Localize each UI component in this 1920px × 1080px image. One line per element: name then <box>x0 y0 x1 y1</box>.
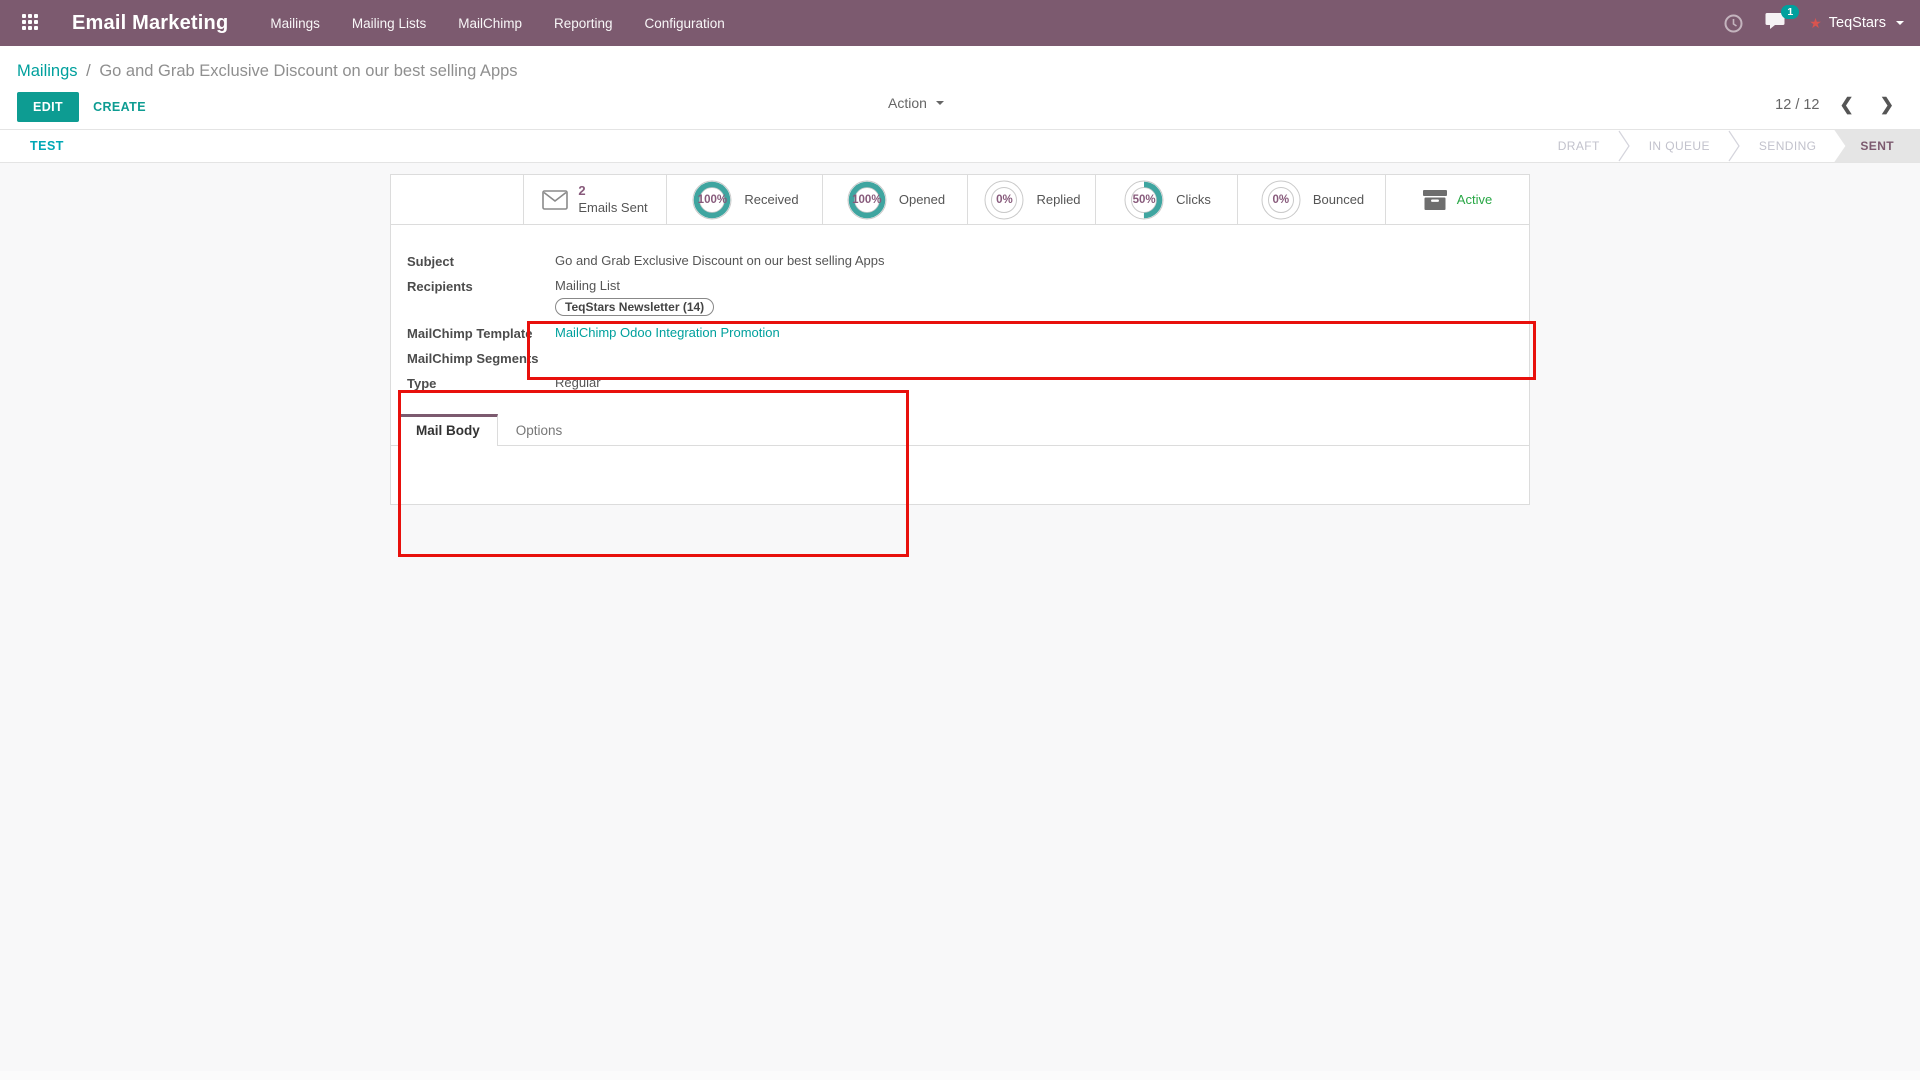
mailchimp-template-label: MailChimp Template <box>407 325 555 341</box>
chevron-down-icon <box>936 101 944 105</box>
recipients-mailing-list-tag[interactable]: TeqStars Newsletter (14) <box>555 298 714 316</box>
field-mailchimp-template: MailChimp Template MailChimp Odoo Integr… <box>407 325 1529 341</box>
chevron-down-icon <box>1896 21 1904 25</box>
active-label: Active <box>1457 192 1492 207</box>
stage-sending[interactable]: SENDING <box>1741 130 1834 162</box>
pager-count: 12 / 12 <box>1775 97 1819 113</box>
stage-draft[interactable]: DRAFT <box>1540 130 1618 162</box>
pager-next-button[interactable]: ❯ <box>1874 93 1900 117</box>
mailchimp-template-link[interactable]: MailChimp Odoo Integration Promotion <box>555 325 780 341</box>
replied-label: Replied <box>1036 192 1080 207</box>
tab-mail-body[interactable]: Mail Body <box>398 414 498 446</box>
control-panel: Mailings / Go and Grab Exclusive Discoun… <box>0 46 1920 130</box>
breadcrumb-separator: / <box>86 62 91 80</box>
breadcrumb-current: Go and Grab Exclusive Discount on our be… <box>99 62 517 80</box>
top-navbar: Email Marketing Mailings Mailing Lists M… <box>0 0 1920 46</box>
test-button[interactable]: TEST <box>30 139 64 153</box>
menu-configuration[interactable]: Configuration <box>643 12 727 35</box>
subject-label: Subject <box>407 253 555 269</box>
messages-icon[interactable]: 1 <box>1765 12 1787 35</box>
action-dropdown[interactable]: Action <box>888 95 944 111</box>
stage-in-queue[interactable]: IN QUEUE <box>1631 130 1728 162</box>
stage-arrow-icon <box>1618 130 1631 162</box>
create-button[interactable]: CREATE <box>93 100 146 114</box>
opened-gauge: 100% <box>845 178 889 222</box>
opened-label: Opened <box>899 192 945 207</box>
notebook-tabs: Mail Body Options <box>391 413 1529 446</box>
pager-previous-button[interactable]: ❮ <box>1834 93 1860 117</box>
user-menu[interactable]: ★ TeqStars <box>1809 15 1904 32</box>
received-gauge: 100% <box>690 178 734 222</box>
app-title[interactable]: Email Marketing <box>72 12 228 35</box>
received-label: Received <box>744 192 798 207</box>
bounced-button[interactable]: 0% Bounced <box>1237 175 1385 224</box>
mail-body-pane <box>391 446 1529 504</box>
bounced-gauge: 0% <box>1259 178 1303 222</box>
mailchimp-segments-label: MailChimp Segments <box>407 350 555 366</box>
form-sheet: 2 Emails Sent 100% Received <box>390 174 1530 505</box>
archive-box-icon <box>1423 190 1447 210</box>
field-type: Type Regular <box>407 375 1529 391</box>
recipients-value: Mailing List <box>555 278 714 293</box>
menu-mailings[interactable]: Mailings <box>268 12 322 35</box>
stage-pipeline: DRAFT IN QUEUE SENDING SENT <box>1540 130 1920 162</box>
user-name: TeqStars <box>1829 15 1886 31</box>
message-count-badge: 1 <box>1781 5 1799 19</box>
user-avatar: ★ <box>1809 15 1822 32</box>
clicks-label: Clicks <box>1176 192 1211 207</box>
breadcrumb: Mailings / Go and Grab Exclusive Discoun… <box>0 46 1920 85</box>
edit-button[interactable]: EDIT <box>17 92 79 122</box>
field-recipients: Recipients Mailing List TeqStars Newslet… <box>407 278 1529 316</box>
activities-clock-icon[interactable] <box>1724 14 1743 33</box>
emails-sent-button[interactable]: 2 Emails Sent <box>523 175 666 224</box>
recipients-label: Recipients <box>407 278 555 316</box>
emails-sent-value: 2 <box>578 183 647 199</box>
menu-mailchimp[interactable]: MailChimp <box>456 12 524 35</box>
top-menu: Mailings Mailing Lists MailChimp Reporti… <box>268 12 726 35</box>
envelope-icon <box>542 190 568 210</box>
clicks-button[interactable]: 50% Clicks <box>1095 175 1237 224</box>
clicks-gauge: 50% <box>1122 178 1166 222</box>
apps-grid-icon[interactable] <box>22 14 40 32</box>
form-fields: Subject Go and Grab Exclusive Discount o… <box>391 225 1529 391</box>
stage-sent[interactable]: SENT <box>1834 130 1920 162</box>
stage-arrow-icon <box>1728 130 1741 162</box>
type-value: Regular <box>555 375 601 391</box>
stat-button-box: 2 Emails Sent 100% Received <box>391 175 1529 225</box>
menu-reporting[interactable]: Reporting <box>552 12 615 35</box>
menu-mailing-lists[interactable]: Mailing Lists <box>350 12 428 35</box>
type-label: Type <box>407 375 555 391</box>
opened-button[interactable]: 100% Opened <box>822 175 967 224</box>
bounced-label: Bounced <box>1313 192 1364 207</box>
tab-options[interactable]: Options <box>498 414 581 446</box>
field-subject: Subject Go and Grab Exclusive Discount o… <box>407 253 1529 269</box>
replied-gauge: 0% <box>982 178 1026 222</box>
breadcrumb-mailings-link[interactable]: Mailings <box>17 62 78 80</box>
subject-value: Go and Grab Exclusive Discount on our be… <box>555 253 885 269</box>
emails-sent-label: Emails Sent <box>578 200 647 216</box>
field-mailchimp-segments: MailChimp Segments <box>407 350 1529 366</box>
active-archive-button[interactable]: Active <box>1385 175 1529 224</box>
replied-button[interactable]: 0% Replied <box>967 175 1095 224</box>
status-bar: TEST DRAFT IN QUEUE SENDING SENT <box>0 130 1920 163</box>
received-button[interactable]: 100% Received <box>666 175 822 224</box>
content-area: 2 Emails Sent 100% Received <box>0 163 1920 1071</box>
